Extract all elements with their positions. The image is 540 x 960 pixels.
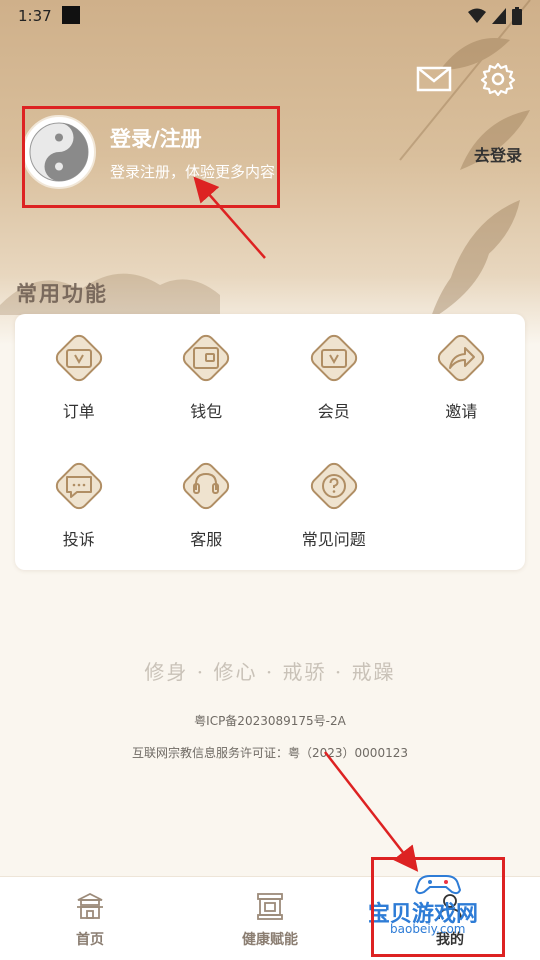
signal-icon	[492, 8, 506, 24]
status-bar: 1:37	[0, 0, 540, 32]
motto-text: 修身 · 修心 · 戒骄 · 戒躁	[144, 660, 396, 684]
tab-label: 首页	[76, 932, 104, 948]
wallet-icon	[183, 334, 230, 382]
religious-service-license: 互联网宗教信息服务许可证：粤（2023）0000123	[132, 746, 408, 760]
tab-label: 健康赋能	[242, 932, 298, 948]
question-icon	[310, 462, 357, 510]
function-member[interactable]: 会员	[270, 328, 398, 456]
function-label: 邀请	[445, 402, 478, 421]
common-functions-card: 订单 钱包 会员 邀请 投诉 客服 常见问题	[15, 314, 525, 570]
annotation-box-login	[22, 106, 280, 208]
section-title-common-functions: 常用功能	[16, 281, 108, 306]
header-actions	[416, 62, 516, 97]
status-time: 1:37	[18, 7, 52, 25]
function-invite[interactable]: 邀请	[398, 328, 526, 456]
headset-icon	[183, 462, 230, 510]
function-label: 客服	[190, 530, 223, 549]
tab-health[interactable]: 健康赋能	[180, 877, 360, 960]
temple-icon	[77, 892, 103, 919]
wifi-icon	[468, 8, 486, 23]
system-icons	[468, 7, 522, 25]
ticket-v-icon	[55, 334, 102, 382]
battery-icon	[512, 7, 522, 25]
function-complaint[interactable]: 投诉	[15, 456, 143, 584]
notification-square-icon	[62, 6, 80, 24]
function-customer-service[interactable]: 客服	[143, 456, 271, 584]
function-orders[interactable]: 订单	[15, 328, 143, 456]
settings-gear-icon[interactable]	[480, 62, 516, 97]
go-login-button[interactable]: 去登录	[474, 142, 522, 166]
complaint-bubble-icon	[55, 462, 102, 510]
share-arrow-icon	[438, 334, 485, 382]
function-label: 会员	[317, 402, 350, 421]
scroll-frame-icon	[257, 893, 283, 920]
annotation-arrow-to-mine	[324, 751, 419, 872]
annotation-box-mine-tab	[371, 857, 505, 957]
function-wallet[interactable]: 钱包	[143, 328, 271, 456]
tab-home[interactable]: 首页	[0, 877, 180, 960]
icp-record-link[interactable]: 粤ICP备2023089175号-2A	[0, 712, 540, 729]
mail-icon[interactable]	[416, 62, 452, 96]
function-label: 投诉	[62, 530, 95, 549]
function-label: 订单	[62, 402, 95, 421]
function-faq[interactable]: 常见问题	[270, 456, 398, 584]
function-label: 常见问题	[301, 530, 366, 549]
member-card-icon	[310, 334, 357, 382]
function-label: 钱包	[190, 402, 223, 421]
